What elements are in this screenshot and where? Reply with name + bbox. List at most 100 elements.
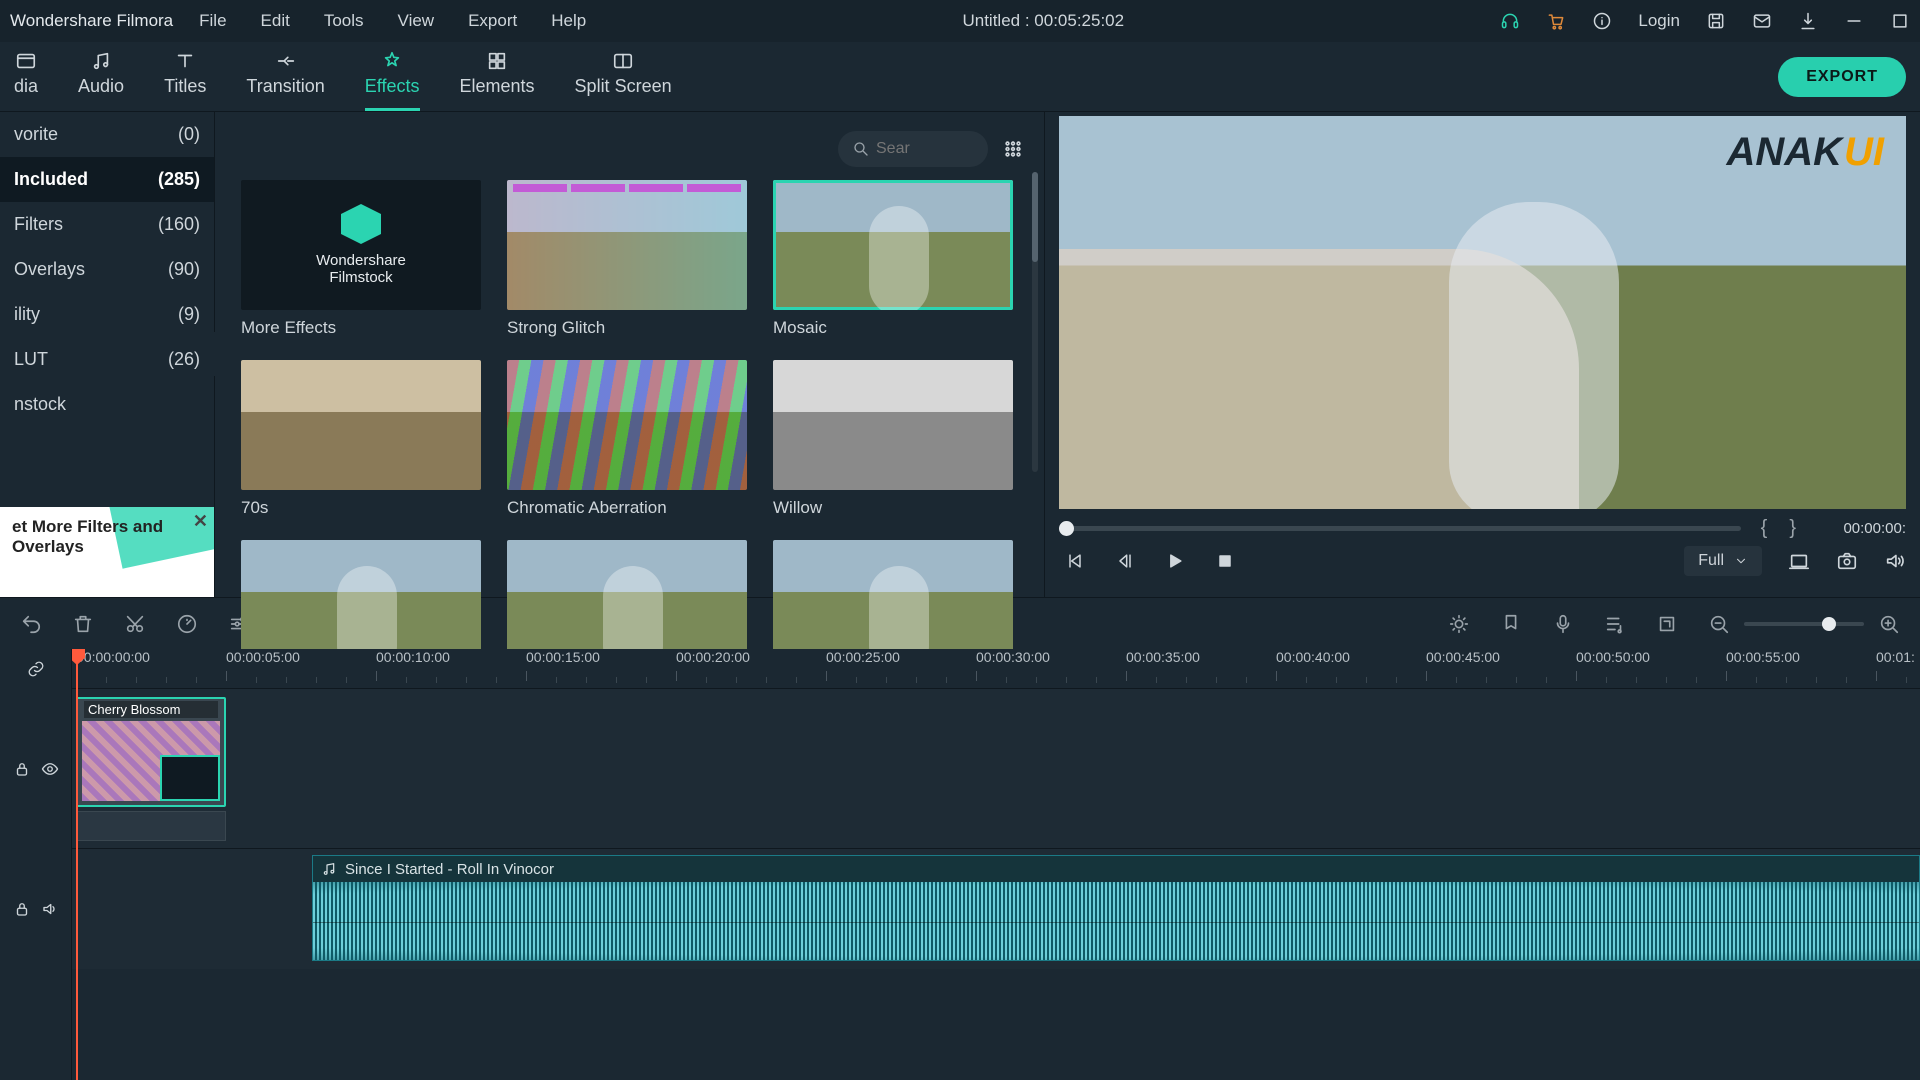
speaker-icon[interactable]: [41, 900, 59, 918]
menu-tools[interactable]: Tools: [324, 11, 364, 31]
sidebar-promo[interactable]: ✕ et More Filters and Overlays: [0, 507, 214, 597]
sidebar-cat-label: ility: [14, 304, 40, 325]
export-button[interactable]: EXPORT: [1778, 57, 1906, 97]
effect-card[interactable]: Strong Glitch: [507, 180, 747, 338]
video-clip-audio-lane[interactable]: [76, 811, 226, 841]
eye-icon[interactable]: [41, 760, 59, 778]
info-icon[interactable]: [1592, 11, 1612, 31]
effect-card[interactable]: Chromatic Aberration: [507, 360, 747, 518]
menu-edit[interactable]: Edit: [261, 11, 290, 31]
zoom-in-icon[interactable]: [1878, 613, 1900, 635]
tab-titles[interactable]: Titles: [164, 50, 206, 103]
ruler-tick: 00:00:50:00: [1576, 649, 1650, 665]
link-toggle[interactable]: [0, 649, 71, 689]
video-clip-label: Cherry Blossom: [84, 701, 218, 718]
crop-icon[interactable]: [1656, 613, 1678, 635]
tab-transition-label: Transition: [246, 76, 324, 97]
close-icon[interactable]: ✕: [193, 511, 208, 532]
minimize-icon[interactable]: [1844, 11, 1864, 31]
audio-clip[interactable]: Since I Started - Roll In Vinocor: [312, 855, 1920, 961]
tab-transition[interactable]: Transition: [246, 50, 324, 103]
video-track-header[interactable]: [0, 689, 71, 849]
sidebar-cat-lut[interactable]: LUT(26): [0, 337, 214, 382]
delete-icon[interactable]: [72, 613, 94, 635]
video-track[interactable]: Cherry Blossom: [72, 689, 1920, 849]
menu-view[interactable]: View: [398, 11, 435, 31]
timeline: 00:00:00:0000:00:05:0000:00:10:0000:00:1…: [0, 649, 1920, 1080]
sidebar-cat-included[interactable]: Included(285): [0, 157, 214, 202]
video-clip[interactable]: Cherry Blossom: [76, 697, 226, 807]
audiolist-icon[interactable]: [1604, 613, 1626, 635]
mail-icon[interactable]: [1752, 11, 1772, 31]
tab-media[interactable]: dia: [14, 50, 38, 103]
menu-export[interactable]: Export: [468, 11, 517, 31]
snapshot-icon[interactable]: [1836, 550, 1858, 572]
promo-text: et More Filters and Overlays: [12, 517, 163, 556]
effect-card[interactable]: Mosaic: [773, 180, 1013, 338]
tab-elements-label: Elements: [460, 76, 535, 97]
speed-icon[interactable]: [176, 613, 198, 635]
cut-icon[interactable]: [124, 613, 146, 635]
tab-elements[interactable]: Elements: [460, 50, 535, 103]
tab-effects[interactable]: Effects: [365, 50, 420, 103]
play-icon[interactable]: [1165, 551, 1185, 571]
grid-view-icon[interactable]: [1002, 138, 1024, 160]
color-icon[interactable]: [1448, 613, 1470, 635]
audio-track[interactable]: Since I Started - Roll In Vinocor: [72, 849, 1920, 969]
title-bar: Wondershare Filmora File Edit Tools View…: [0, 0, 1920, 42]
sidebar-cat-filmstock[interactable]: nstock: [0, 382, 214, 427]
playhead[interactable]: [76, 649, 78, 1080]
zoom-knob[interactable]: [1822, 617, 1836, 631]
timeline-zoom: [1708, 613, 1900, 635]
tab-audio[interactable]: Audio: [78, 50, 124, 103]
menu-help[interactable]: Help: [551, 11, 586, 31]
cart-icon[interactable]: [1546, 11, 1566, 31]
effect-card[interactable]: 70s: [241, 360, 481, 518]
voiceover-icon[interactable]: [1552, 613, 1574, 635]
tab-titles-label: Titles: [164, 76, 206, 97]
sidebar-cat-label: Overlays: [14, 259, 85, 280]
save-icon[interactable]: [1706, 11, 1726, 31]
search-input-wrap[interactable]: [838, 131, 988, 167]
login-button[interactable]: Login: [1638, 11, 1680, 31]
undo-icon[interactable]: [20, 613, 42, 635]
sidebar-cat-favorite[interactable]: vorite(0): [0, 112, 214, 157]
stop-icon[interactable]: [1215, 551, 1235, 571]
zoom-slider[interactable]: [1744, 622, 1864, 626]
ruler-tick: 00:00:10:00: [376, 649, 450, 665]
audio-track-header[interactable]: [0, 849, 71, 969]
sidebar-cat-filters[interactable]: Filters(160): [0, 202, 214, 247]
scrub-knob[interactable]: [1059, 521, 1074, 536]
tab-splitscreen[interactable]: Split Screen: [575, 50, 672, 103]
timeline-ruler[interactable]: 00:00:00:0000:00:05:0000:00:10:0000:00:1…: [72, 649, 1920, 689]
sidebar-cat-overlays[interactable]: Overlays(90): [0, 247, 214, 292]
marker-icon[interactable]: [1500, 613, 1522, 635]
effect-card[interactable]: WondershareFilmstockMore Effects: [241, 180, 481, 338]
download-icon[interactable]: [1798, 11, 1818, 31]
step-back-icon[interactable]: [1115, 551, 1135, 571]
sidebar-cat-count: (160): [158, 214, 200, 235]
quality-select[interactable]: Full: [1684, 546, 1762, 576]
chevron-down-icon: [1734, 554, 1748, 568]
effect-thumb: [773, 180, 1013, 310]
prev-frame-icon[interactable]: [1065, 551, 1085, 571]
sidebar-cat-utility[interactable]: ility (9): [0, 292, 214, 337]
scrub-track[interactable]: [1059, 526, 1741, 531]
volume-icon[interactable]: [1884, 550, 1906, 572]
effect-card[interactable]: Willow: [773, 360, 1013, 518]
fullscreen-icon[interactable]: [1788, 550, 1810, 572]
menu-file[interactable]: File: [199, 11, 226, 31]
gallery-scrollbar[interactable]: [1032, 172, 1038, 472]
preview-canvas[interactable]: ANAKUI: [1059, 116, 1906, 509]
lock-icon[interactable]: [13, 900, 31, 918]
document-title: Untitled : 00:05:25:02: [586, 11, 1500, 31]
maximize-icon[interactable]: [1890, 11, 1910, 31]
search-input[interactable]: [876, 140, 956, 158]
timeline-tracks[interactable]: 00:00:00:0000:00:05:0000:00:10:0000:00:1…: [72, 649, 1920, 1080]
sidebar-cat-count: (9): [178, 304, 200, 325]
applied-effect-badge[interactable]: [160, 755, 220, 801]
zoom-out-icon[interactable]: [1708, 613, 1730, 635]
effect-label: Strong Glitch: [507, 318, 747, 338]
headset-icon[interactable]: [1500, 11, 1520, 31]
lock-icon[interactable]: [13, 760, 31, 778]
